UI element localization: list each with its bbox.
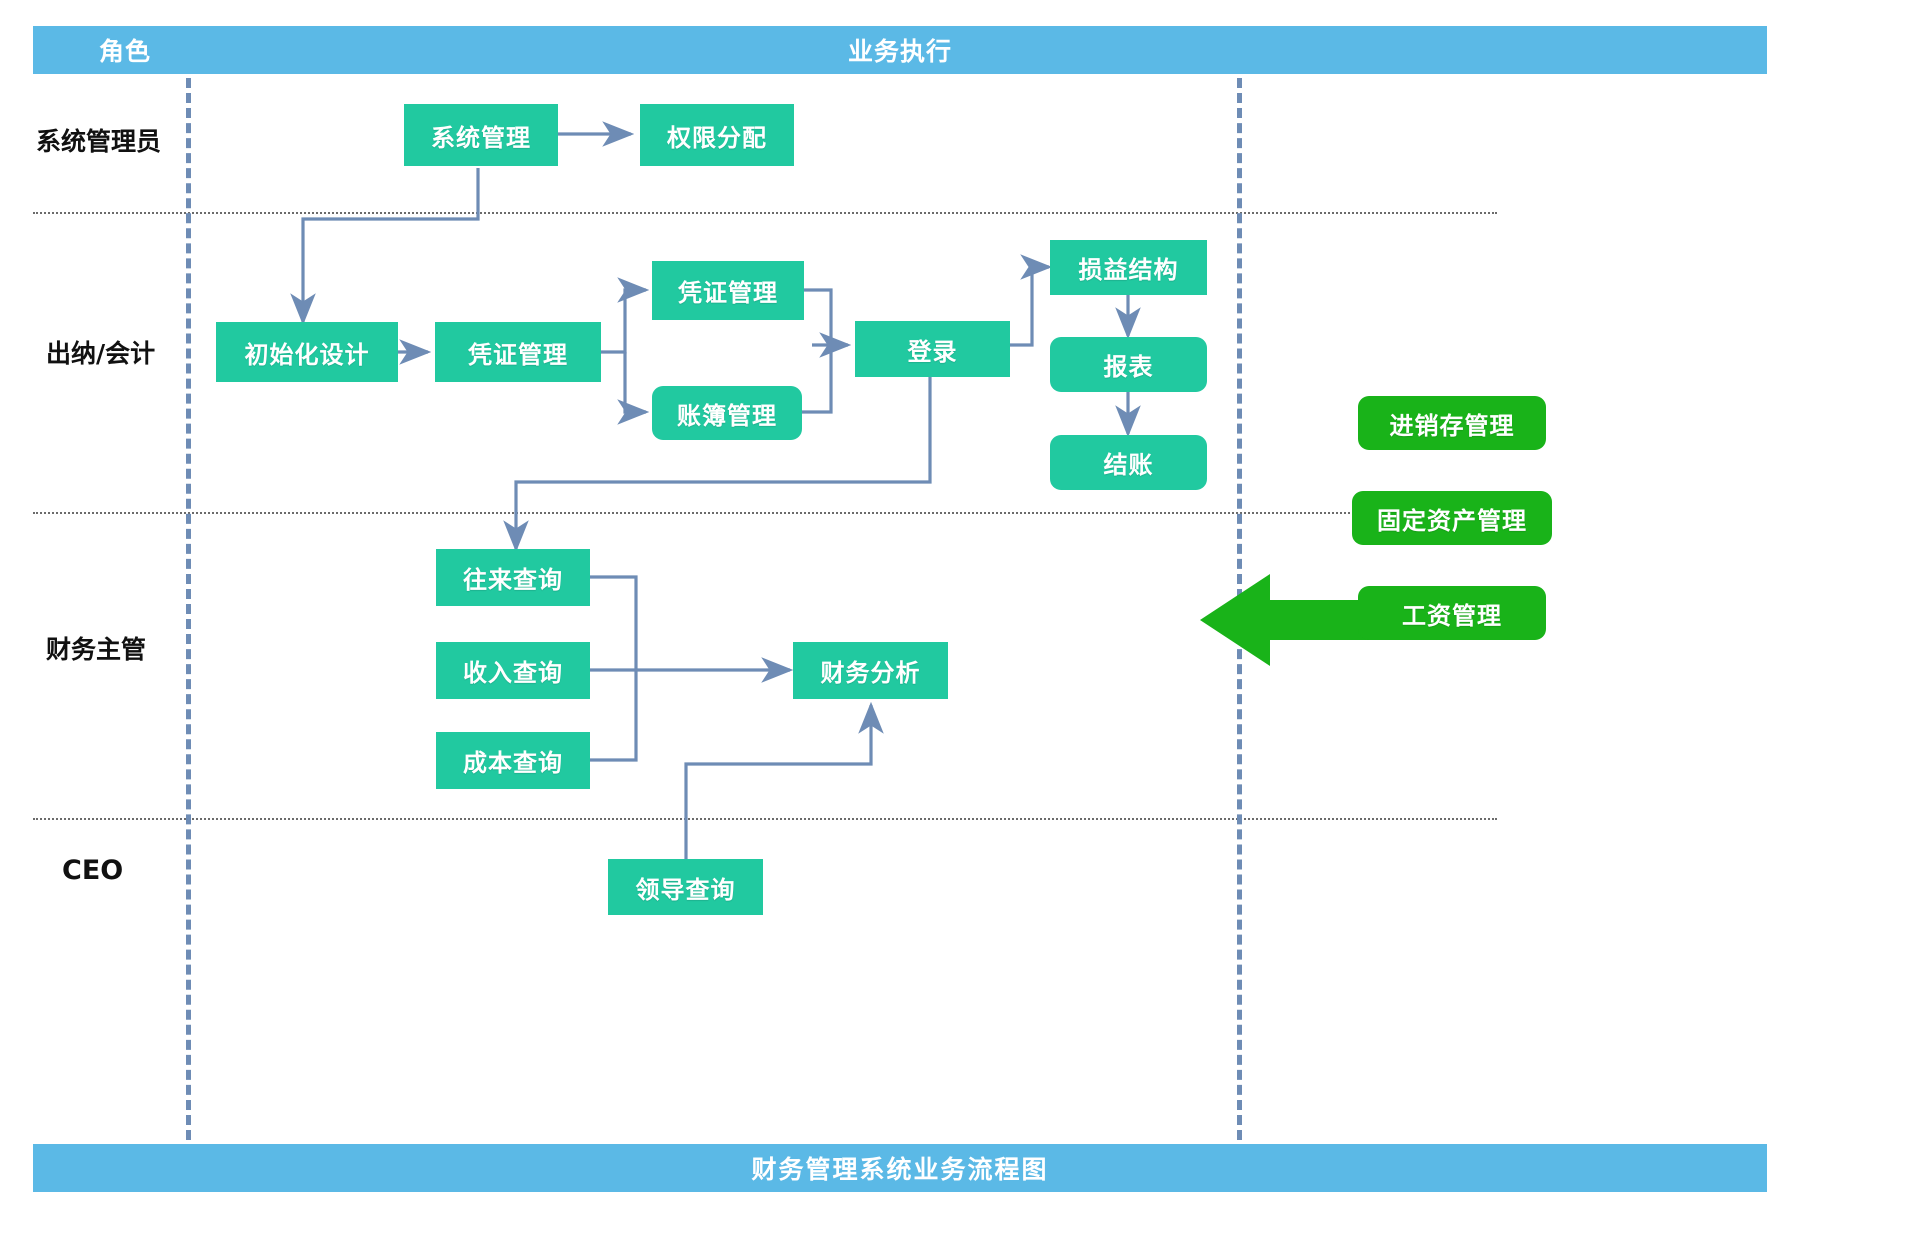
node-voucher-management-left[interactable]: 凭证管理 xyxy=(435,322,601,382)
lane-divider-1 xyxy=(33,212,1497,214)
node-transaction-query[interactable]: 往来查询 xyxy=(436,549,590,606)
node-permission-assignment[interactable]: 权限分配 xyxy=(640,104,794,166)
node-income-query[interactable]: 收入查询 xyxy=(436,642,590,699)
diagram-title: 财务管理系统业务流程图 xyxy=(751,1155,1049,1184)
lane-label-ceo: CEO xyxy=(62,855,124,886)
node-financial-analysis[interactable]: 财务分析 xyxy=(793,642,948,699)
node-settlement[interactable]: 结账 xyxy=(1050,435,1207,490)
node-system-management[interactable]: 系统管理 xyxy=(404,104,558,166)
execution-column-header: 业务执行 xyxy=(847,37,952,66)
role-column-separator xyxy=(186,78,191,1140)
bottom-banner: 财务管理系统业务流程图 xyxy=(33,1144,1767,1192)
lane-divider-3 xyxy=(33,818,1497,820)
lane-label-cashier: 出纳/会计 xyxy=(46,339,156,368)
lane-divider-2 xyxy=(33,512,1497,514)
node-voucher-management-top[interactable]: 凭证管理 xyxy=(652,261,804,320)
node-cost-query[interactable]: 成本查询 xyxy=(436,732,590,789)
lane-label-sysadmin: 系统管理员 xyxy=(36,127,162,156)
node-init-design[interactable]: 初始化设计 xyxy=(216,322,398,382)
module-button-payroll[interactable]: 工资管理 xyxy=(1358,586,1546,640)
node-report[interactable]: 报表 xyxy=(1050,337,1207,392)
lane-label-supervisor: 财务主管 xyxy=(46,635,147,664)
node-login[interactable]: 登录 xyxy=(855,321,1010,377)
node-leader-query[interactable]: 领导查询 xyxy=(608,859,763,915)
role-column-header: 角色 xyxy=(99,37,152,66)
node-profit-loss-structure[interactable]: 损益结构 xyxy=(1050,240,1207,295)
node-ledger-management[interactable]: 账簿管理 xyxy=(652,386,802,440)
module-button-fixed-assets[interactable]: 固定资产管理 xyxy=(1352,491,1552,545)
top-banner: 角色 业务执行 xyxy=(33,26,1767,74)
flowchart-canvas: 角色 业务执行 系统管理员 出纳/会计 财务主管 CEO 系统管理 权限分配 初… xyxy=(0,0,1920,1237)
module-button-inventory[interactable]: 进销存管理 xyxy=(1358,396,1546,450)
connector-layer xyxy=(290,121,1141,860)
